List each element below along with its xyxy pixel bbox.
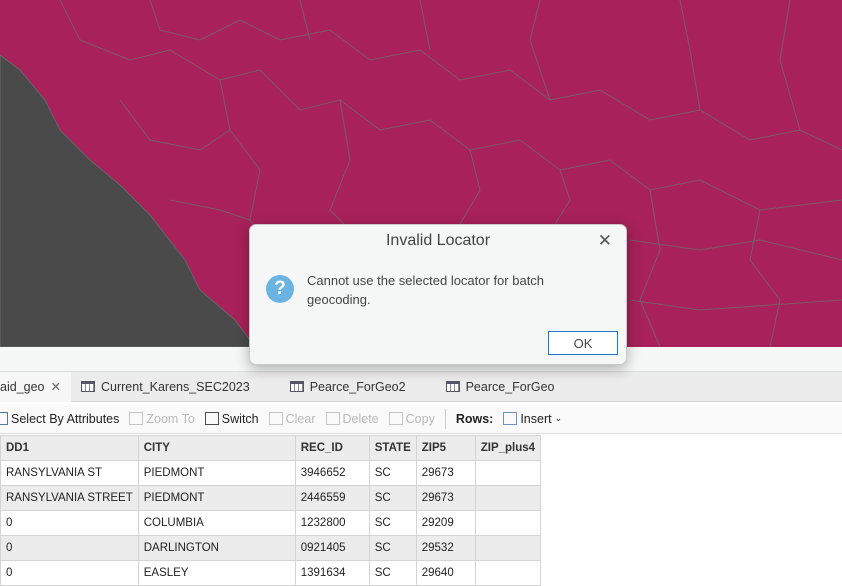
tab-label: Pearce_ForGeo2 xyxy=(309,379,406,394)
table-cell[interactable]: SC xyxy=(368,460,417,486)
dialog-message: Cannot use the selected locator for batc… xyxy=(307,273,545,307)
table-cell[interactable]: 29209 xyxy=(415,510,476,536)
table-cell[interactable] xyxy=(474,560,542,586)
tab-label: Pearce_ForGeo xyxy=(465,379,555,394)
switch-icon xyxy=(204,412,219,425)
close-icon[interactable]: ✕ xyxy=(51,379,61,394)
table-cell[interactable]: SC xyxy=(368,535,417,561)
table-cell[interactable] xyxy=(474,485,542,511)
table-row[interactable]: RANSYLVANIA ST PIEDMONT 3946652 SC 29673 xyxy=(0,460,542,486)
table-cell[interactable] xyxy=(474,460,542,486)
column-header[interactable]: ZIP_plus4 xyxy=(474,435,542,461)
ok-button[interactable]: OK xyxy=(548,331,618,355)
table-cell[interactable]: 29640 xyxy=(415,560,476,586)
tab-label: Current_Karens_SEC2023 xyxy=(100,379,250,394)
zoom-to-button[interactable]: Zoom To xyxy=(129,411,195,426)
copy-icon xyxy=(388,412,403,425)
table-row[interactable]: 0 COLUMBIA 1232800 SC 29209 xyxy=(0,510,542,536)
label: Insert xyxy=(520,411,552,426)
table-toolbar: Select By Attributes Zoom To Switch Clea… xyxy=(0,404,842,434)
attribute-table: DD1 CITY REC_ID STATE ZIP5 ZIP_plus4 RAN… xyxy=(0,435,542,586)
table-cell[interactable]: 2446559 xyxy=(294,485,370,511)
copy-button[interactable]: Copy xyxy=(388,411,435,426)
table-row[interactable]: RANSYLVANIA STREET PIEDMONT 2446559 SC 29673 xyxy=(0,485,542,511)
table-icon xyxy=(445,381,460,392)
table-cell[interactable]: DARLINGTON xyxy=(137,535,296,561)
select-by-attributes-icon xyxy=(0,412,8,425)
clear-icon xyxy=(268,412,283,425)
label: Clear xyxy=(285,411,316,426)
rows-label: Rows: xyxy=(455,411,494,426)
clear-button[interactable]: Clear xyxy=(268,411,316,426)
table-cell[interactable]: SC xyxy=(368,510,417,536)
chevron-down-icon: ⌄ xyxy=(554,413,563,423)
table-cell[interactable]: RANSYLVANIA STREET xyxy=(0,485,139,511)
zoom-to-icon xyxy=(129,412,144,425)
label: Select By Attributes xyxy=(11,411,120,426)
switch-button[interactable]: Switch xyxy=(204,411,259,426)
tab-current-karens-sec2023[interactable]: Current_Karens_SEC2023 xyxy=(71,372,260,402)
table-cell[interactable]: EASLEY xyxy=(137,560,296,586)
label: Switch xyxy=(221,411,259,426)
delete-button[interactable]: Delete xyxy=(325,411,379,426)
table-row[interactable]: 0 DARLINGTON 0921405 SC 29532 xyxy=(0,535,542,561)
table-cell[interactable]: RANSYLVANIA ST xyxy=(0,460,139,486)
question-icon: ? xyxy=(266,275,294,303)
table-cell[interactable]: 29673 xyxy=(415,485,476,511)
divider xyxy=(444,408,446,429)
table-icon xyxy=(289,381,304,392)
close-icon[interactable]: ✕ xyxy=(598,231,612,251)
label: Copy xyxy=(405,411,435,426)
table-cell[interactable]: 29532 xyxy=(415,535,476,561)
table-cell[interactable]: 29673 xyxy=(415,460,476,486)
table-cell[interactable]: 0 xyxy=(0,535,139,561)
column-header[interactable]: ZIP5 xyxy=(415,435,476,461)
table-cell[interactable] xyxy=(474,510,542,536)
table-cell[interactable]: PIEDMONT xyxy=(137,485,296,511)
tab-aid-geo[interactable]: aid_geo ✕ xyxy=(0,371,71,402)
tab-pearce-forgeo[interactable]: Pearce_ForGeo xyxy=(436,372,565,402)
select-by-attributes-button[interactable]: Select By Attributes xyxy=(0,412,119,426)
table-cell[interactable]: PIEDMONT xyxy=(137,460,296,486)
table-cell[interactable]: 1391634 xyxy=(294,560,370,586)
invalid-locator-dialog: Invalid Locator ✕ ? Cannot use the selec… xyxy=(249,224,627,365)
insert-row-icon xyxy=(503,412,518,425)
label: Zoom To xyxy=(146,411,195,426)
table-cell[interactable]: COLUMBIA xyxy=(137,510,296,536)
table-row[interactable]: 0 EASLEY 1391634 SC 29640 xyxy=(0,560,542,586)
label: Delete xyxy=(342,411,379,426)
dialog-title: Invalid Locator xyxy=(385,232,491,249)
table-icon xyxy=(80,381,95,392)
table-cell[interactable]: 3946652 xyxy=(294,460,370,486)
tab-label: aid_geo xyxy=(0,379,45,394)
table-cell[interactable]: 0921405 xyxy=(294,535,370,561)
delete-icon xyxy=(325,412,340,425)
table-cell[interactable]: SC xyxy=(368,485,417,511)
table-cell[interactable]: 0 xyxy=(0,510,139,536)
table-cell[interactable]: SC xyxy=(368,560,417,586)
table-cell[interactable]: 1232800 xyxy=(294,510,370,536)
attribute-table-tabs: aid_geo ✕ Current_Karens_SEC2023 Pearce_F… xyxy=(0,371,842,402)
column-header[interactable]: DD1 xyxy=(0,435,139,461)
tab-pearce-forgeo2[interactable]: Pearce_ForGeo2 xyxy=(280,372,416,402)
column-header[interactable]: REC_ID xyxy=(294,435,370,461)
insert-row-dropdown[interactable]: Insert ⌄ xyxy=(503,412,562,426)
table-cell[interactable] xyxy=(474,535,542,561)
table-cell[interactable]: 0 xyxy=(0,560,139,586)
column-header[interactable]: CITY xyxy=(137,435,296,461)
column-header[interactable]: STATE xyxy=(368,435,417,461)
